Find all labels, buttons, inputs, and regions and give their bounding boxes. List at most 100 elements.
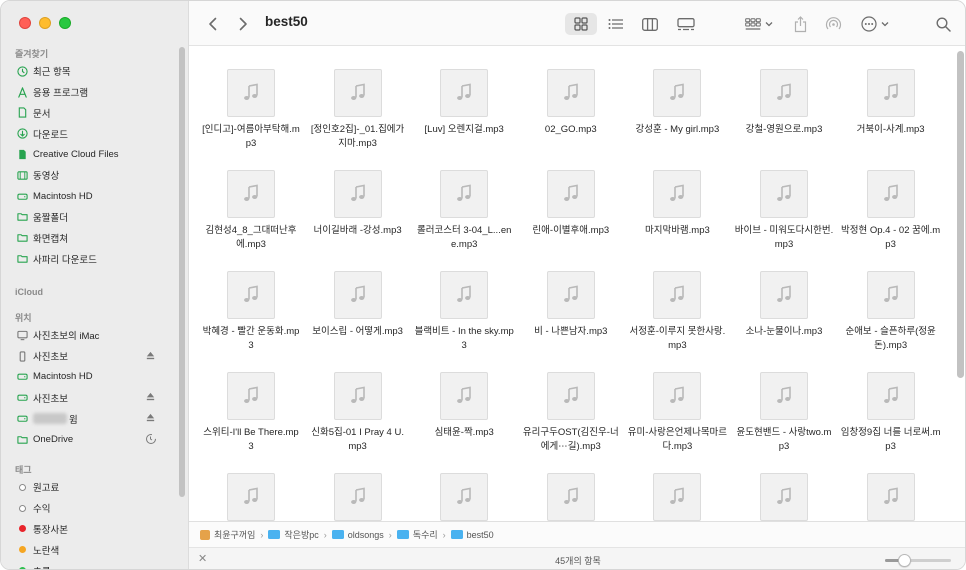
sidebar-tag-4[interactable]: 초록 (1, 560, 177, 569)
file-item[interactable]: 유리구두OST(김진우-너에게⋯길).mp3 (519, 372, 623, 454)
file-item[interactable]: 바이브 - 미워도다시한번.mp3 (732, 170, 836, 252)
action-menu-button[interactable] (859, 13, 891, 35)
sidebar-tag-0[interactable]: 원고료 (1, 477, 177, 498)
audio-file-icon (653, 473, 702, 521)
file-item[interactable] (839, 473, 943, 521)
sidebar-item-location-2[interactable]: Macintosh HD (1, 367, 177, 388)
file-item[interactable]: 너이길바래 -강성.mp3 (306, 170, 410, 238)
file-item[interactable]: 심태윤-짝.mp3 (412, 372, 516, 440)
file-item[interactable]: 거북이-사계.mp3 (839, 69, 943, 137)
file-item[interactable] (519, 473, 623, 521)
list-icon (608, 19, 623, 29)
sidebar-tag-label: 원고료 (33, 483, 60, 495)
forward-button[interactable] (233, 13, 253, 35)
file-item[interactable]: 02_GO.mp3 (519, 69, 623, 137)
path-crumb[interactable]: 독수리 (396, 528, 438, 541)
sidebar-tag-2[interactable]: 통장사본 (1, 519, 177, 540)
file-item[interactable]: 보이스립 - 어떻게.mp3 (306, 271, 410, 339)
file-item[interactable] (625, 473, 729, 521)
file-item[interactable] (732, 473, 836, 521)
folder-icon (450, 530, 463, 539)
sidebar-item-location-5[interactable]: OneDrive (1, 429, 177, 450)
tag-dot-icon (16, 502, 28, 514)
minimize-window-button[interactable] (39, 17, 51, 29)
eject-icon[interactable] (145, 412, 157, 424)
sidebar-header-icloud: iCloud (15, 287, 43, 297)
back-button[interactable] (203, 13, 223, 35)
sidebar-tag-3[interactable]: 노란색 (1, 539, 177, 560)
file-item[interactable]: 김현성4_8_그대떠난후에.mp3 (199, 170, 303, 252)
group-grid-icon (745, 17, 761, 30)
path-crumb-label: oldsongs (347, 529, 384, 540)
icon-size-slider[interactable] (885, 554, 951, 567)
sync-icon[interactable] (145, 433, 157, 445)
file-item[interactable]: 린애-이별후애.mp3 (519, 170, 623, 238)
file-item[interactable]: 마지막바램.mp3 (625, 170, 729, 238)
zoom-window-button[interactable] (59, 17, 71, 29)
eject-icon[interactable] (145, 350, 157, 362)
file-item[interactable]: 유미-사랑은언제나목마르다.mp3 (625, 372, 729, 454)
path-crumb[interactable]: 최윤구꺼임 (200, 528, 255, 541)
file-item[interactable]: 강철-영원으로.mp3 (732, 69, 836, 137)
file-icon-grid[interactable]: [인디고]-여름아부탁해.mp3 [정인호2집]-_01.집에가지마.mp3 [Lu… (189, 46, 965, 521)
sidebar-item-favorite-4[interactable]: Creative Cloud Files (1, 144, 177, 165)
audio-file-icon (653, 69, 702, 117)
sidebar-item-favorite-8[interactable]: 화면캡쳐 (1, 227, 177, 248)
sidebar-item-favorite-6[interactable]: Macintosh HD (1, 186, 177, 207)
file-item[interactable]: 박정현 Op.4 - 02 꿈에.mp3 (839, 170, 943, 252)
gallery-view-button[interactable] (671, 13, 701, 35)
file-item[interactable]: 임창정9집 너를 너로써.mp3 (839, 372, 943, 454)
sidebar-item-favorite-5[interactable]: 동영상 (1, 165, 177, 186)
sidebar-tag-label: 노란색 (33, 545, 60, 557)
sidebar-item-favorite-9[interactable]: 사파리 다운로드 (1, 248, 177, 269)
file-item[interactable] (306, 473, 410, 521)
file-item[interactable]: [인디고]-여름아부탁해.mp3 (199, 69, 303, 151)
column-view-button[interactable] (635, 13, 665, 35)
path-crumb[interactable]: 작은방pc (268, 528, 319, 541)
sidebar-item-favorite-1[interactable]: 응용 프로그램 (1, 82, 177, 103)
file-item[interactable]: 박혜경 - 빨간 운동화.mp3 (199, 271, 303, 353)
file-name: [인디고]-여름아부탁해.mp3 (202, 124, 300, 149)
file-name: 신화5집-01 I Pray 4 U.mp3 (311, 427, 404, 452)
file-item[interactable]: 신화5집-01 I Pray 4 U.mp3 (306, 372, 410, 454)
home-icon (200, 529, 210, 540)
file-item[interactable]: 순애보 - 슬픈하루(정윤돈).mp3 (839, 271, 943, 353)
sidebar-item-location-0[interactable]: 사진초보의 iMac (1, 325, 177, 346)
group-button[interactable] (741, 13, 777, 35)
file-item[interactable]: 소나-눈물이나.mp3 (732, 271, 836, 339)
sidebar-item-location-1[interactable]: 사진초보 (1, 346, 177, 367)
audio-file-icon (333, 170, 382, 218)
sidebar-scrollbar[interactable] (179, 47, 185, 497)
share-button[interactable] (791, 13, 809, 35)
close-window-button[interactable] (19, 17, 31, 29)
file-item[interactable]: 스위티-I'll Be There.mp3 (199, 372, 303, 454)
sidebar-item-favorite-0[interactable]: 최근 항목 (1, 61, 177, 82)
path-crumb[interactable]: best50 (450, 530, 494, 540)
file-item[interactable]: 서정훈-이루지 못한사랑.mp3 (625, 271, 729, 353)
path-crumb[interactable]: oldsongs (331, 529, 384, 540)
sidebar-tag-label: 수익 (33, 504, 51, 516)
file-item[interactable]: 블랙비트 - In the sky.mp3 (412, 271, 516, 353)
icon-view-button[interactable] (565, 13, 597, 35)
sidebar-item-favorite-3[interactable]: 다운로드 (1, 123, 177, 144)
file-item[interactable]: 비 - 나쁜남자.mp3 (519, 271, 623, 339)
search-button[interactable] (933, 13, 953, 35)
file-item[interactable]: 윤도현밴드 - 사랑two.mp3 (732, 372, 836, 454)
file-item[interactable]: 강성훈 - My girl.mp3 (625, 69, 729, 137)
sidebar-item-favorite-2[interactable]: 문서 (1, 103, 177, 124)
content-scrollbar[interactable] (957, 51, 964, 378)
file-item[interactable]: [Luv] 오렌지걸.mp3 (412, 69, 516, 137)
sidebar-item-location-3[interactable]: 사진초보 (1, 387, 177, 408)
airdrop-button[interactable] (823, 13, 843, 35)
eject-icon[interactable] (145, 391, 157, 403)
list-view-button[interactable] (601, 13, 631, 35)
file-item[interactable]: 롤러코스터 3-04_L...ene.mp3 (412, 170, 516, 252)
sidebar-item-location-4[interactable]: 윔 (1, 408, 177, 429)
disk-icon (16, 392, 28, 404)
file-item[interactable] (199, 473, 303, 521)
sidebar-tag-1[interactable]: 수익 (1, 498, 177, 519)
file-name: 바이브 - 미워도다시한번.mp3 (734, 225, 834, 250)
sidebar-item-favorite-7[interactable]: 움짤폴더 (1, 207, 177, 228)
file-item[interactable] (412, 473, 516, 521)
file-item[interactable]: [정인호2집]-_01.집에가지마.mp3 (306, 69, 410, 151)
